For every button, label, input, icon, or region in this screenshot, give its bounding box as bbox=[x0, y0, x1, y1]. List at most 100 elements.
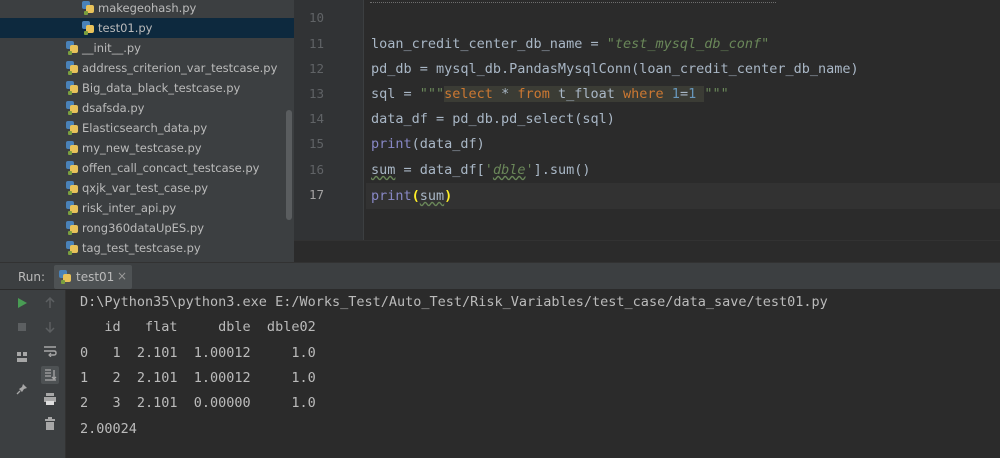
code-line-11: loan_credit_center_db_name = "test_mysql… bbox=[371, 35, 769, 53]
sql-number: 1 bbox=[671, 86, 680, 102]
pin-icon[interactable] bbox=[13, 380, 31, 398]
run-panel-label: Run: bbox=[18, 270, 46, 284]
tree-item-elasticsearch-data[interactable]: Elasticsearch_data.py bbox=[0, 118, 294, 138]
python-file-icon bbox=[66, 161, 78, 175]
run-toolbar bbox=[0, 290, 66, 458]
soft-wrap-icon[interactable] bbox=[41, 342, 59, 360]
code-token: data_df = pd_db.pd_select(sql) bbox=[371, 111, 615, 127]
code-line-14: data_df = pd_db.pd_select(sql) bbox=[371, 110, 615, 128]
builtin-print: print bbox=[371, 188, 412, 204]
tree-item-address-criterion[interactable]: address_criterion_var_testcase.py bbox=[0, 58, 294, 78]
stop-icon[interactable] bbox=[13, 318, 31, 336]
tree-item-label: Big_data_black_testcase.py bbox=[82, 81, 241, 95]
console-line-command: D:\Python35\python3.exe E:/Works_Test/Au… bbox=[80, 294, 828, 310]
tree-item-label: my_new_testcase.py bbox=[82, 141, 202, 155]
code-token: (data_df) bbox=[411, 136, 485, 152]
line-number: 13 bbox=[308, 86, 324, 101]
code-token: sql = bbox=[371, 86, 420, 102]
tree-item-risk-inter-api[interactable]: risk_inter_api.py bbox=[0, 198, 294, 218]
code-string: "test_mysql_db_conf" bbox=[606, 36, 770, 52]
line-number-gutter: 10 11 12 13 14 15 16 17 bbox=[294, 0, 364, 240]
python-file-icon bbox=[66, 61, 78, 75]
tree-item-init[interactable]: __init__.py bbox=[0, 38, 294, 58]
code-token: = data_df[ bbox=[395, 162, 485, 178]
console-line-row: 0 1 2.101 1.00012 1.0 bbox=[80, 345, 316, 361]
tree-item-label: rong360dataUpES.py bbox=[82, 221, 204, 235]
line-number-current: 17 bbox=[308, 187, 324, 202]
console-line-row: 1 2 2.101 1.00012 1.0 bbox=[80, 370, 316, 386]
tree-item-label: risk_inter_api.py bbox=[82, 201, 177, 215]
current-line-highlight bbox=[366, 183, 1000, 209]
scroll-down-icon[interactable] bbox=[41, 318, 59, 336]
trash-icon[interactable] bbox=[41, 414, 59, 432]
code-string: ' bbox=[484, 162, 493, 178]
scroll-up-icon[interactable] bbox=[41, 294, 59, 312]
method-separator bbox=[370, 0, 776, 3]
python-file-icon bbox=[66, 81, 78, 95]
code-string: """ bbox=[704, 86, 729, 102]
code-string: """ bbox=[419, 86, 445, 102]
code-token: ].sum() bbox=[533, 162, 591, 178]
sql-injection-block: select * from t_float where 1=1 bbox=[444, 86, 705, 102]
tree-item-label: makegeohash.py bbox=[98, 1, 197, 15]
code-token: pd_db = mysql_db.PandasMysqlConn(loan_cr… bbox=[371, 61, 859, 77]
print-icon[interactable] bbox=[41, 390, 59, 408]
python-file-icon bbox=[66, 181, 78, 195]
tree-item-label: Elasticsearch_data.py bbox=[82, 121, 208, 135]
code-token: = bbox=[679, 86, 689, 102]
tree-item-makegeohash[interactable]: makegeohash.py bbox=[0, 0, 294, 18]
code-string: ' bbox=[525, 162, 534, 178]
code-token: = bbox=[582, 36, 607, 52]
code-string: dble bbox=[492, 162, 526, 178]
tree-item-rong360dataupes[interactable]: rong360dataUpES.py bbox=[0, 218, 294, 238]
close-icon[interactable]: × bbox=[117, 269, 127, 283]
tree-item-my-new-testcase[interactable]: my_new_testcase.py bbox=[0, 138, 294, 158]
restore-layout-icon[interactable] bbox=[13, 348, 31, 366]
tree-item-label: tag_test_testcase.py bbox=[82, 241, 201, 255]
code-line-12: pd_db = mysql_db.PandasMysqlConn(loan_cr… bbox=[371, 60, 859, 78]
brace-match: ( bbox=[411, 188, 420, 204]
code-token: loan_credit_center_db_name bbox=[371, 36, 583, 52]
run-panel-header: Run: test01 × bbox=[0, 262, 1000, 290]
run-tab-test01[interactable]: test01 × bbox=[54, 265, 132, 289]
tree-scrollbar[interactable] bbox=[286, 110, 292, 220]
python-file-icon bbox=[66, 141, 78, 155]
code-editor[interactable]: 10 11 12 13 14 15 16 17 loan_credit_cent… bbox=[294, 0, 1000, 262]
tree-item-tag-test-testcase[interactable]: tag_test_testcase.py bbox=[0, 238, 294, 258]
tree-item-qxjk-var-test-case[interactable]: qxjk_var_test_case.py bbox=[0, 178, 294, 198]
python-file-icon bbox=[82, 1, 94, 15]
python-file-icon bbox=[66, 201, 78, 215]
code-line-15: print(data_df) bbox=[371, 135, 485, 153]
tree-item-big-data-black[interactable]: Big_data_black_testcase.py bbox=[0, 78, 294, 98]
tree-item-offen-call-concact[interactable]: offen_call_concact_testcase.py bbox=[0, 158, 294, 178]
scroll-to-end-icon[interactable] bbox=[41, 366, 59, 384]
brace-match: ) bbox=[444, 188, 453, 204]
line-number: 14 bbox=[308, 111, 324, 126]
python-file-icon bbox=[82, 21, 94, 35]
python-file-icon bbox=[66, 221, 78, 235]
run-tab-label: test01 bbox=[76, 270, 115, 284]
tree-item-dsafsda[interactable]: dsafsda.py bbox=[0, 98, 294, 118]
python-file-icon bbox=[66, 241, 78, 255]
builtin-print: print bbox=[371, 136, 412, 152]
code-token-warning: sum bbox=[419, 188, 445, 204]
code-line-13: sql = """select * from t_float where 1=1… bbox=[371, 85, 729, 103]
tree-item-label: address_criterion_var_testcase.py bbox=[82, 61, 278, 75]
python-file-icon bbox=[66, 101, 78, 115]
console-line-header: id flat dble dble02 bbox=[80, 319, 316, 335]
code-token-warning: sum bbox=[371, 162, 396, 178]
tree-item-label: __init__.py bbox=[82, 41, 141, 55]
tree-item-test01[interactable]: test01.py bbox=[0, 18, 294, 38]
line-number: 12 bbox=[308, 61, 324, 76]
run-console[interactable]: D:\Python35\python3.exe E:/Works_Test/Au… bbox=[66, 290, 1000, 458]
rerun-icon[interactable] bbox=[13, 294, 31, 312]
tree-item-label: test01.py bbox=[98, 21, 153, 35]
line-number: 11 bbox=[308, 36, 324, 51]
python-file-icon bbox=[66, 41, 78, 55]
console-line-result: 2.00024 bbox=[80, 421, 137, 437]
tree-item-label: offen_call_concact_testcase.py bbox=[82, 161, 260, 175]
sql-keyword: from bbox=[517, 86, 550, 102]
tree-item-label: dsafsda.py bbox=[82, 101, 145, 115]
code-token: * bbox=[492, 86, 518, 102]
